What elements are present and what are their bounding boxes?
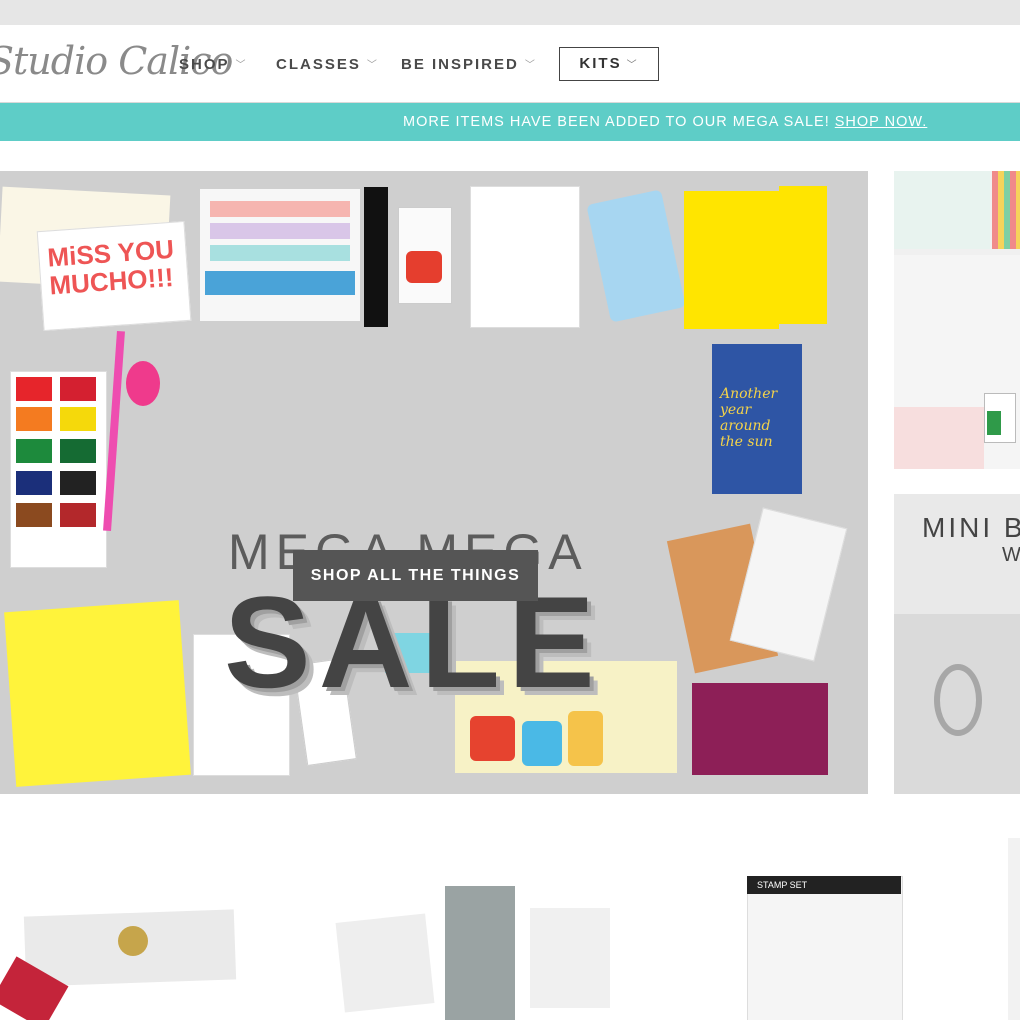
side-banner-subtitle: W [1002,544,1020,566]
product-3-image [747,876,903,1020]
nav-classes[interactable]: CLASSES ﹀ [276,56,379,73]
kits-label: KITS [579,55,622,72]
product-2-cards-right [530,908,610,1008]
promo-text: MORE ITEMS HAVE BEEN ADDED TO OUR MEGA S… [403,114,830,130]
nav-be-inspired-label: BE INSPIRED [401,56,519,73]
calendar-green [987,411,1001,435]
product-2-cards [335,913,435,1013]
shop-all-button[interactable]: SHOP ALL THE THINGS [293,550,538,601]
nav-shop[interactable]: SHOP ﹀ [179,56,248,73]
pink-stickers [894,407,984,469]
ice-cream-card [692,683,828,775]
another-year-text: Another year around the sun [720,386,778,450]
alpha-stickers-yellow-2 [779,186,827,324]
alpha-sticker-sheet [894,171,990,249]
binder-ring [934,664,982,736]
chevron-down-icon: ﹀ [524,60,537,71]
product-tile-4[interactable] [1008,838,1020,1020]
paint-orange [16,407,52,431]
punch-body [406,251,442,283]
side-banner-mini-binder[interactable]: MINI B W [894,494,1020,794]
paint-darkgreen [60,439,96,463]
paint-green [16,439,52,463]
miss-you-card: MiSS YOU MUCHO!!! [36,220,192,332]
paint-maroon [60,503,96,527]
promo-banner: MORE ITEMS HAVE BEEN ADDED TO OUR MEGA S… [0,103,1020,141]
top-utility-bar [0,0,1020,25]
product-1-seal [118,926,148,956]
product-3-label: STAMP SET [747,876,901,894]
paint-red [16,377,52,401]
paint-yellow [60,407,96,431]
washi-stripes [992,171,1020,249]
tape-strip-purple [210,223,350,239]
paint-brown [16,503,52,527]
black-tape-roll [364,187,388,327]
product-tile-1[interactable] [0,838,292,1020]
paint-blue [16,471,52,495]
vase-blue [522,721,562,766]
promo-shop-now-link[interactable]: SHOP NOW. [835,114,928,130]
tape-strip-blue [205,271,355,295]
side-banner-title: MINI B [922,512,1020,543]
hero-banner[interactable]: MiSS YOU MUCHO!!! Another year around th… [0,171,868,794]
nav-be-inspired[interactable]: BE INSPIRED ﹀ [401,56,537,73]
vase-yellow [568,711,603,766]
tape-strip-pink [210,201,350,217]
chevron-down-icon: ﹀ [235,60,248,71]
nav-kits-button[interactable]: KITS ﹀ [559,47,659,81]
product-tile-2[interactable] [300,838,650,1020]
notepad-image [470,186,580,328]
product-2-image [445,886,515,1020]
paint-black [60,471,96,495]
chevron-down-icon: ﹀ [626,60,639,71]
baking-cups [586,189,686,323]
product-tile-3[interactable]: STAMP SET [660,838,1005,1020]
chevron-down-icon: ﹀ [366,60,379,71]
nav-classes-label: CLASSES [276,56,361,73]
side-banner-alphabet[interactable] [894,171,1020,469]
site-header: Studio Calico SHOP ﹀ CLASSES ﹀ BE INSPIRED… [0,25,1020,103]
vase-red [470,716,515,761]
paint-crimson [60,377,96,401]
alpha-stickers-yellow [684,191,779,329]
polka-dot-paper [4,600,191,787]
nav-shop-label: SHOP [179,56,230,73]
tape-strip-teal [210,245,350,261]
flamingo-image [126,361,160,406]
